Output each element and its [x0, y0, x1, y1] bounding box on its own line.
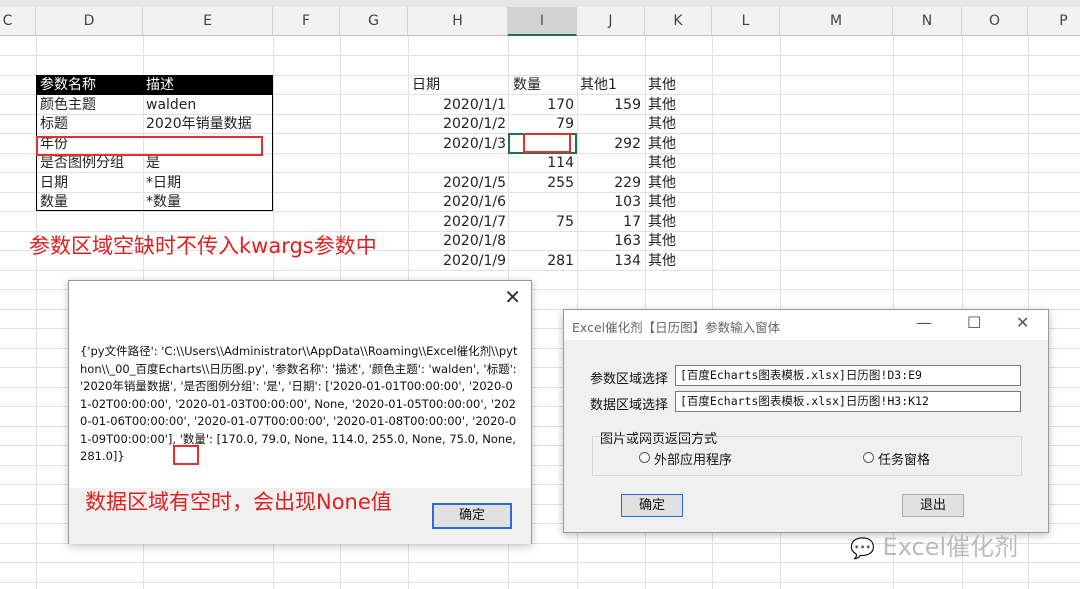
data-cell[interactable]: 163 [551, 232, 641, 251]
exit-button[interactable]: 退出 [902, 494, 964, 517]
column-header[interactable]: J [577, 7, 645, 36]
param-name: 颜色主题 [40, 97, 96, 113]
data-cell[interactable]: 其他 [648, 174, 676, 193]
data-cell[interactable]: 其他 [648, 96, 676, 115]
data-cell[interactable]: 其他 [648, 252, 676, 271]
wechat-icon: 💬 [850, 536, 875, 560]
column-header[interactable]: E [143, 7, 273, 36]
input-dialog: Excel催化剂【日历图】参数输入窗体 — ☐ ✕ 参数区域选择 [百度Echa… [563, 309, 1049, 533]
radio-taskpane-label[interactable]: 任务窗格 [878, 449, 930, 468]
column-header[interactable]: G [340, 7, 408, 36]
data-cell[interactable]: 159 [551, 96, 641, 115]
data-cell[interactable]: 其他 [648, 213, 676, 232]
dialog-titlebar: Excel催化剂【日历图】参数输入窗体 — ☐ ✕ [564, 310, 1048, 340]
param-name: 数量 [40, 194, 68, 210]
ok-button[interactable]: 确定 [432, 503, 512, 529]
column-header[interactable]: K [645, 7, 712, 36]
grid-hline [0, 582, 1080, 583]
confirm-button[interactable]: 确定 [621, 494, 683, 517]
param-name: 标题 [40, 116, 68, 132]
data-header: 数量 [513, 77, 541, 93]
param-header-desc: 描述 [146, 77, 174, 93]
radio-external-app[interactable] [639, 452, 650, 463]
column-header[interactable]: C [0, 7, 36, 36]
none-value-note: 数据区域有空时，会出现None值 [85, 490, 392, 514]
highlight-empty-param [36, 136, 263, 156]
param-value: 2020年销量数据 [146, 116, 252, 132]
data-header: 日期 [412, 77, 440, 93]
maximize-icon[interactable]: ☐ [967, 313, 981, 332]
data-cell[interactable]: 其他 [648, 135, 676, 154]
column-header[interactable]: H [408, 7, 508, 36]
radio-external-label[interactable]: 外部应用程序 [654, 449, 732, 468]
data-cell[interactable]: 其他 [648, 232, 676, 251]
data-cell[interactable]: 其他 [648, 193, 676, 212]
dialog-title: Excel催化剂【日历图】参数输入窗体 [572, 320, 781, 335]
column-header[interactable]: P [1028, 7, 1080, 36]
watermark-text: Excel催化剂 [882, 533, 1019, 561]
column-header[interactable]: I [508, 7, 577, 36]
highlight-empty-data [523, 133, 571, 153]
column-header[interactable]: N [893, 7, 962, 36]
close-icon[interactable]: ✕ [1016, 313, 1029, 332]
watermark: 💬 Excel催化剂 [850, 527, 1018, 562]
missing-param-note: 参数区域空缺时不传入kwargs参数中 [29, 234, 377, 258]
grid-hline [0, 562, 1080, 563]
param-header-name: 参数名称 [40, 77, 96, 93]
param-name: 是否图例分组 [40, 155, 124, 171]
param-value: *日期 [146, 175, 181, 191]
param-value: walden [146, 97, 197, 113]
column-header[interactable]: M [780, 7, 893, 36]
data-cell[interactable]: 其他 [648, 154, 676, 173]
data-header: 其他 [648, 77, 676, 93]
minimize-icon[interactable]: — [916, 313, 932, 332]
data-cell[interactable]: 17 [551, 213, 641, 232]
data-cell[interactable]: 103 [551, 193, 641, 212]
highlight-none-value [173, 445, 199, 465]
data-cell[interactable]: 229 [551, 174, 641, 193]
param-range-label: 参数区域选择 [590, 372, 669, 387]
grid-hline [0, 55, 1080, 56]
column-header[interactable]: L [712, 7, 780, 36]
data-cell[interactable]: 134 [551, 252, 641, 271]
param-name: 日期 [40, 175, 68, 191]
radio-task-pane[interactable] [863, 452, 874, 463]
data-header: 其他1 [580, 77, 617, 93]
dialog-message: {'py文件路径': 'C:\\Users\\Administrator\\Ap… [80, 344, 518, 463]
column-header[interactable]: O [962, 7, 1028, 36]
data-cell[interactable]: 其他 [648, 115, 676, 134]
column-header[interactable]: F [273, 7, 340, 36]
data-range-label: 数据区域选择 [590, 398, 669, 413]
param-value: 是 [146, 155, 160, 171]
close-icon[interactable]: ✕ [504, 285, 521, 309]
data-range-input[interactable]: [百度Echarts图表模板.xlsx]日历图!H3:K12 [675, 391, 1021, 412]
column-header[interactable]: D [36, 7, 143, 36]
data-cell[interactable] [551, 115, 641, 134]
param-range-input[interactable]: [百度Echarts图表模板.xlsx]日历图!D3:E9 [675, 365, 1021, 386]
param-value: *数量 [146, 194, 181, 210]
data-cell[interactable] [551, 154, 641, 173]
message-dialog: ✕ {'py文件路径': 'C:\\Users\\Administrator\\… [68, 280, 532, 544]
